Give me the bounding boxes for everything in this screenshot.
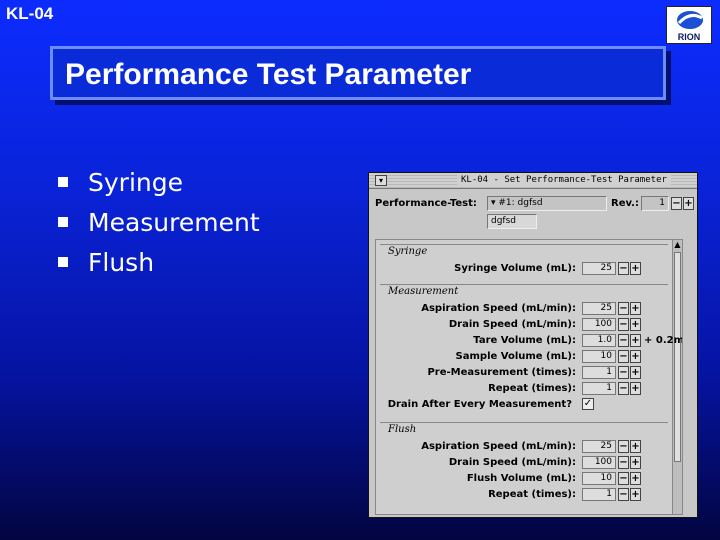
slide-id: KL-04 — [6, 4, 54, 23]
parameter-panel: ▲ Syringe Syringe Volume (mL): 25− + Measure… — [375, 239, 683, 515]
section-title: Measurement — [388, 286, 459, 297]
bullet-square-icon — [58, 217, 68, 227]
increment-button[interactable]: + — [630, 456, 641, 469]
parameter-value-field[interactable]: 10 — [582, 472, 616, 485]
decrement-button[interactable]: − — [618, 488, 629, 501]
section-title: Syringe — [388, 246, 428, 257]
description-field[interactable]: dgfsd — [487, 214, 537, 229]
performance-test-label: Performance-Test: — [375, 198, 477, 209]
parameter-value-field[interactable]: 100 — [582, 318, 616, 331]
bullet-text: Measurement — [88, 207, 260, 237]
parameter-value-field[interactable]: 1 — [582, 382, 616, 395]
parameter-label: Aspiration Speed (mL/min): — [421, 441, 576, 452]
increment-button[interactable]: + — [630, 488, 641, 501]
parameter-dialog: ▾ KL-04 - Set Performance-Test Parameter… — [368, 172, 698, 518]
parameter-value-field[interactable]: 25 — [582, 302, 616, 315]
parameter-value-field[interactable]: 25 — [582, 262, 616, 275]
increment-button[interactable]: + — [630, 382, 641, 395]
bullet-square-icon — [58, 257, 68, 267]
bullet-item: Syringe — [58, 162, 260, 202]
bullet-list: Syringe Measurement Flush — [58, 162, 260, 282]
parameter-extra-text: + 0.2m — [644, 335, 683, 346]
scroll-up-icon[interactable]: ▲ — [673, 240, 682, 249]
parameter-label: Aspiration Speed (mL/min): — [421, 303, 576, 314]
parameter-value-field[interactable]: 25 — [582, 440, 616, 453]
bullet-item: Flush — [58, 242, 260, 282]
bullet-item: Measurement — [58, 202, 260, 242]
parameter-value-field[interactable]: 10 — [582, 350, 616, 363]
rion-logo: RION — [666, 6, 712, 44]
drain-after-label: Drain After Every Measurement? — [387, 399, 572, 410]
bullet-text: Syringe — [88, 167, 183, 197]
parameter-value-field[interactable]: 1.0 — [582, 334, 616, 347]
parameter-label: Sample Volume (mL): — [455, 351, 576, 362]
decrement-button[interactable]: − — [618, 262, 629, 275]
increment-button[interactable]: + — [630, 472, 641, 485]
increment-button[interactable]: + — [630, 302, 641, 315]
performance-test-value: #1: dgfsd — [498, 198, 543, 208]
decrement-button[interactable]: − — [618, 318, 629, 331]
decrement-button[interactable]: − — [618, 440, 629, 453]
decrement-button[interactable]: − — [618, 382, 629, 395]
increment-button[interactable]: + — [630, 262, 641, 275]
decrement-button[interactable]: − — [618, 334, 629, 347]
parameter-label: Drain Speed (mL/min): — [448, 457, 576, 468]
decrement-button[interactable]: − — [618, 472, 629, 485]
increment-button[interactable]: + — [630, 350, 641, 363]
parameter-label: Repeat (times): — [488, 489, 576, 500]
section-header-measurement: Measurement — [380, 284, 668, 297]
scrollbar[interactable]: ▲ — [672, 240, 682, 514]
decrement-button[interactable]: − — [618, 350, 629, 363]
rev-field[interactable]: 1 — [641, 196, 669, 211]
parameter-label: Syringe Volume (mL): — [454, 263, 576, 274]
section-header-syringe: Syringe — [380, 244, 668, 257]
drain-after-checkbox[interactable]: ✓ — [582, 398, 594, 410]
parameter-value-field[interactable]: 1 — [582, 488, 616, 501]
dialog-titlebar[interactable]: ▾ KL-04 - Set Performance-Test Parameter — [369, 173, 697, 189]
slide-title: Performance Test Parameter — [65, 58, 472, 91]
parameter-label: Drain Speed (mL/min): — [448, 319, 576, 330]
logo-icon — [677, 11, 703, 29]
rev-increment-button[interactable]: + — [683, 197, 694, 210]
parameter-label: Pre-Measurement (times): — [427, 367, 576, 378]
decrement-button[interactable]: − — [618, 456, 629, 469]
parameter-value-field[interactable]: 1 — [582, 366, 616, 379]
increment-button[interactable]: + — [630, 440, 641, 453]
performance-test-select[interactable]: ▾ #1: dgfsd — [487, 196, 607, 211]
section-title: Flush — [388, 424, 417, 435]
dialog-title: KL-04 - Set Performance-Test Parameter — [457, 175, 671, 185]
decrement-button[interactable]: − — [618, 302, 629, 315]
bullet-text: Flush — [88, 247, 155, 277]
title-box: Performance Test Parameter — [50, 46, 666, 100]
rev-decrement-button[interactable]: − — [671, 197, 682, 210]
increment-button[interactable]: + — [630, 334, 641, 347]
window-menu-icon[interactable]: ▾ — [375, 175, 387, 186]
decrement-button[interactable]: − — [618, 366, 629, 379]
parameter-label: Tare Volume (mL): — [473, 335, 576, 346]
bullet-square-icon — [58, 177, 68, 187]
parameter-value-field[interactable]: 100 — [582, 456, 616, 469]
rev-label: Rev.: — [611, 198, 639, 209]
section-header-flush: Flush — [380, 422, 668, 435]
scroll-thumb[interactable] — [674, 252, 681, 462]
increment-button[interactable]: + — [630, 366, 641, 379]
increment-button[interactable]: + — [630, 318, 641, 331]
logo-text: RION — [677, 32, 701, 42]
parameter-label: Flush Volume (mL): — [466, 473, 576, 484]
parameter-label: Repeat (times): — [488, 383, 576, 394]
